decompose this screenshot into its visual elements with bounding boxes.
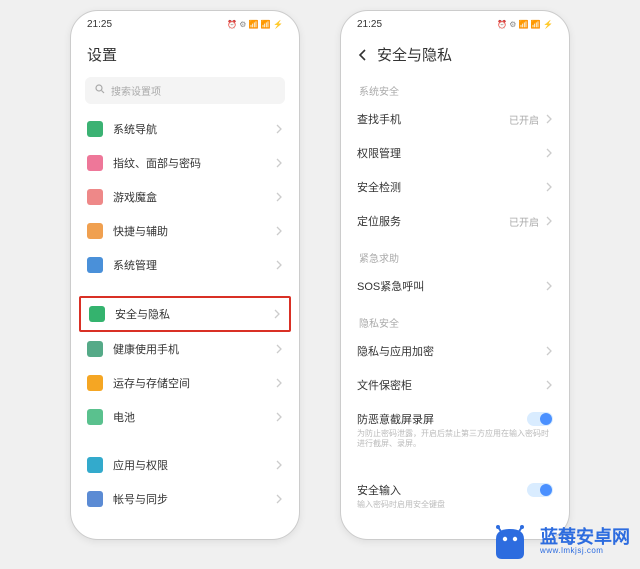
item-apps[interactable]: 应用与权限 <box>73 448 297 482</box>
apps-icon <box>87 457 103 473</box>
item-security-check[interactable]: 安全检测 <box>343 170 567 204</box>
page-title: 设置 <box>71 34 299 71</box>
health-icon <box>87 341 103 357</box>
item-health[interactable]: 健康使用手机 <box>73 332 297 366</box>
chevron-right-icon <box>275 494 283 504</box>
logo-icon <box>488 519 532 563</box>
item-fingerprint[interactable]: 指纹、面部与密码 <box>73 146 297 180</box>
item-battery[interactable]: 电池 <box>73 400 297 434</box>
chevron-right-icon <box>275 158 283 168</box>
page-header: 安全与隐私 <box>341 34 569 71</box>
chevron-right-icon <box>545 148 553 158</box>
chevron-right-icon <box>275 460 283 470</box>
status-bar: 21:25 ⏰ ⚙ 📶 📶 ⚡ <box>341 11 569 34</box>
item-shortcut[interactable]: 快捷与辅助 <box>73 214 297 248</box>
chevron-right-icon <box>545 346 553 356</box>
search-placeholder: 搜索设置项 <box>111 83 161 98</box>
watermark-url: www.lmkjsj.com <box>540 546 630 555</box>
item-storage[interactable]: 运存与存储空间 <box>73 366 297 400</box>
item-location[interactable]: 定位服务 已开启 <box>343 204 567 238</box>
chevron-right-icon <box>275 124 283 134</box>
item-sos[interactable]: SOS紧急呼叫 <box>343 269 567 303</box>
page-title: 安全与隐私 <box>377 44 452 65</box>
chevron-right-icon <box>545 114 553 124</box>
game-icon <box>87 189 103 205</box>
item-account[interactable]: 帐号与同步 <box>73 482 297 516</box>
item-system-manage[interactable]: 系统管理 <box>73 248 297 282</box>
search-icon <box>95 84 105 97</box>
status-icons: ⏰ ⚙ 📶 📶 ⚡ <box>227 20 283 29</box>
toggle-on[interactable] <box>527 483 553 497</box>
chevron-right-icon <box>545 216 553 226</box>
chevron-right-icon <box>275 378 283 388</box>
shortcut-icon <box>87 223 103 239</box>
chevron-right-icon <box>275 344 283 354</box>
item-secure-input[interactable]: 安全输入 输入密码时启用安全键盘 <box>343 473 567 519</box>
chevron-right-icon <box>275 412 283 422</box>
chevron-right-icon <box>545 380 553 390</box>
back-button[interactable] <box>357 49 369 61</box>
item-anti-screenshot[interactable]: 防恶意截屏录屏 为防止密码泄露，开启后禁止第三方应用在输入密码时进行截屏、录屏。 <box>343 402 567 459</box>
item-app-encrypt[interactable]: 隐私与应用加密 <box>343 334 567 368</box>
phone-settings: 21:25 ⏰ ⚙ 📶 📶 ⚡ 设置 搜索设置项 系统导航 指纹、面部与密码 <box>70 10 300 540</box>
status-time: 21:25 <box>357 19 382 30</box>
item-desc: 为防止密码泄露，开启后禁止第三方应用在输入密码时进行截屏、录屏。 <box>357 429 553 450</box>
search-input[interactable]: 搜索设置项 <box>85 77 285 104</box>
chevron-right-icon <box>545 281 553 291</box>
item-file-vault[interactable]: 文件保密柜 <box>343 368 567 402</box>
phone-security: 21:25 ⏰ ⚙ 📶 📶 ⚡ 安全与隐私 系统安全 查找手机 已开启 权限管理… <box>340 10 570 540</box>
settings-list: 系统导航 指纹、面部与密码 游戏魔盒 快捷与辅助 系统管理 <box>71 112 299 516</box>
chevron-right-icon <box>275 192 283 202</box>
watermark-text: 蓝莓安卓网 <box>540 528 630 546</box>
chevron-right-icon <box>275 260 283 270</box>
item-security-privacy[interactable]: 安全与隐私 <box>81 298 289 330</box>
section-privacy: 隐私安全 <box>343 303 567 334</box>
account-icon <box>87 491 103 507</box>
value-enabled: 已开启 <box>509 112 539 127</box>
storage-icon <box>87 375 103 391</box>
item-system-nav[interactable]: 系统导航 <box>73 112 297 146</box>
section-system: 系统安全 <box>343 71 567 102</box>
chevron-right-icon <box>275 226 283 236</box>
battery-icon <box>87 409 103 425</box>
system-icon <box>87 257 103 273</box>
item-desc: 输入密码时启用安全键盘 <box>357 500 445 510</box>
value-enabled: 已开启 <box>509 214 539 229</box>
chevron-right-icon <box>273 309 281 319</box>
status-bar: 21:25 ⏰ ⚙ 📶 📶 ⚡ <box>71 11 299 34</box>
security-list: 系统安全 查找手机 已开启 权限管理 安全检测 定位服务 已开启 紧急求助 <box>341 71 569 519</box>
shield-icon <box>89 306 105 322</box>
status-time: 21:25 <box>87 19 112 30</box>
fingerprint-icon <box>87 155 103 171</box>
highlighted-row: 安全与隐私 <box>79 296 291 332</box>
watermark: 蓝莓安卓网 www.lmkjsj.com <box>488 519 630 563</box>
toggle-on[interactable] <box>527 412 553 426</box>
item-find-phone[interactable]: 查找手机 已开启 <box>343 102 567 136</box>
section-emergency: 紧急求助 <box>343 238 567 269</box>
item-gamebox[interactable]: 游戏魔盒 <box>73 180 297 214</box>
item-permission[interactable]: 权限管理 <box>343 136 567 170</box>
status-icons: ⏰ ⚙ 📶 📶 ⚡ <box>497 20 553 29</box>
chevron-right-icon <box>545 182 553 192</box>
nav-icon <box>87 121 103 137</box>
